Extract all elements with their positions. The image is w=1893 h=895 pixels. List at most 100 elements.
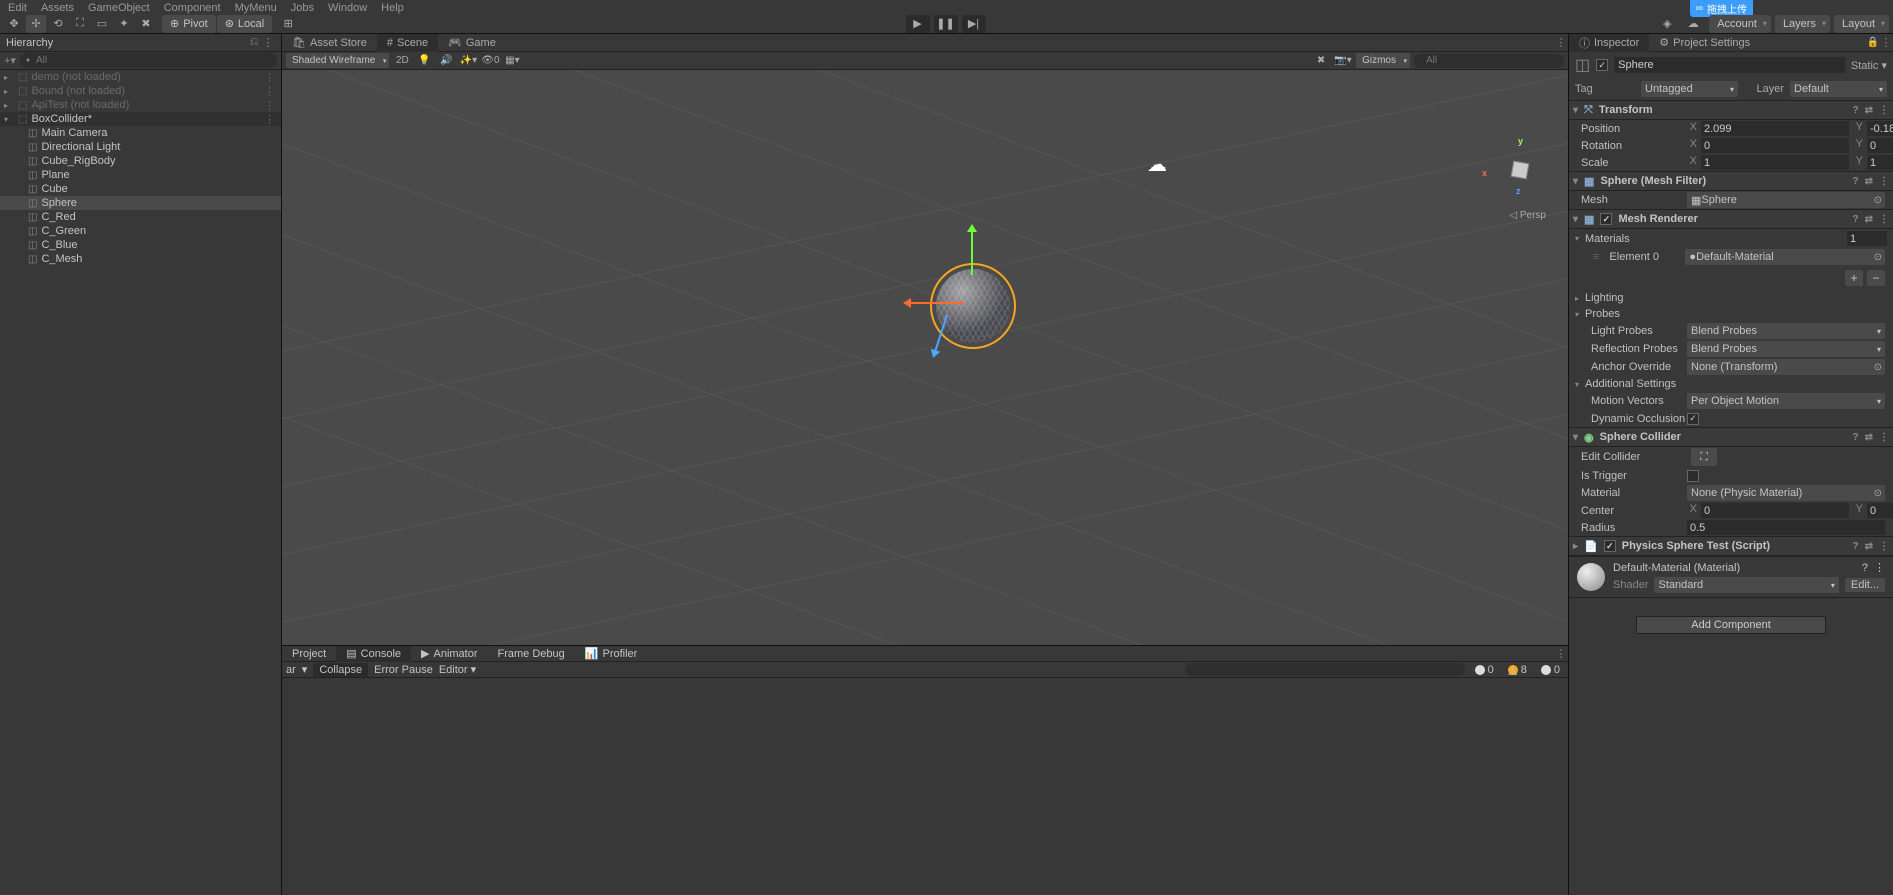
menu-icon[interactable]: ⋮	[1879, 541, 1889, 552]
step-button[interactable]: ▶|	[962, 15, 986, 33]
renderer-enabled[interactable]: ✓	[1600, 213, 1612, 225]
gizmos-dropdown[interactable]: Gizmos	[1356, 53, 1410, 68]
drag-handle-icon[interactable]: ≡	[1593, 251, 1599, 263]
hidden-count[interactable]: 👁0	[481, 53, 499, 68]
audio-toggle-icon[interactable]: 🔊	[437, 53, 455, 68]
script-enabled[interactable]: ✓	[1604, 540, 1616, 552]
occlusion-checkbox[interactable]: ✓	[1687, 413, 1699, 425]
scene-item-active[interactable]: ▾⬚BoxCollider*⋮	[0, 112, 281, 126]
tab-project-settings[interactable]: ⚙Project Settings	[1649, 34, 1760, 52]
help-icon[interactable]: ?	[1853, 432, 1859, 443]
materials-label[interactable]: Materials	[1585, 233, 1630, 245]
menu-icon[interactable]: ⋮	[1874, 561, 1885, 574]
pos-x[interactable]	[1701, 121, 1849, 136]
additional-foldout[interactable]: Additional Settings	[1585, 378, 1676, 390]
lightprobes-dropdown[interactable]: Blend Probes	[1687, 323, 1885, 339]
hierarchy-lock-icon[interactable]: ⎌	[247, 36, 261, 49]
picker-icon[interactable]: ⊙	[1874, 252, 1882, 263]
help-icon[interactable]: ?	[1853, 541, 1859, 552]
physmat-field[interactable]: None (Physic Material)⊙	[1687, 485, 1885, 501]
move-tool[interactable]: ✢	[26, 15, 46, 33]
object-name-field[interactable]	[1614, 57, 1845, 73]
error-count[interactable]: 0	[1537, 664, 1564, 676]
motion-dropdown[interactable]: Per Object Motion	[1687, 393, 1885, 409]
pos-y[interactable]	[1867, 121, 1893, 136]
gameobject-item[interactable]: ◫C_Blue	[0, 238, 281, 252]
custom-tool[interactable]: ✖	[136, 15, 156, 33]
help-icon[interactable]: ?	[1862, 562, 1868, 574]
menu-help[interactable]: Help	[381, 2, 404, 14]
scale-x[interactable]	[1701, 155, 1849, 170]
tab-profiler[interactable]: 📊Profiler	[575, 646, 648, 662]
rect-tool[interactable]: ▭	[92, 15, 112, 33]
script-header[interactable]: ▸📄 ✓ Physics Sphere Test (Script) ?⇄⋮	[1569, 536, 1893, 556]
center-y[interactable]	[1867, 503, 1893, 518]
snap-tool[interactable]: ⊞	[278, 15, 298, 33]
active-checkbox[interactable]: ✓	[1596, 59, 1608, 71]
menu-icon[interactable]: ⋮	[1879, 176, 1889, 187]
sphere-object[interactable]	[930, 263, 1016, 349]
shader-dropdown[interactable]: Standard	[1654, 577, 1838, 593]
preset-icon[interactable]: ⇄	[1865, 176, 1873, 187]
cloud-icon[interactable]: ☁	[1683, 15, 1703, 33]
scene-search[interactable]	[1414, 54, 1564, 68]
camera-icon[interactable]: 📷▾	[1334, 53, 1352, 68]
gizmo-y-axis[interactable]	[971, 225, 973, 275]
rotate-tool[interactable]: ⟲	[48, 15, 68, 33]
menu-window[interactable]: Window	[328, 2, 367, 14]
help-icon[interactable]: ?	[1853, 214, 1859, 225]
menu-icon[interactable]: ⋮	[1879, 105, 1889, 116]
meshrenderer-header[interactable]: ▾▦ ✓ Mesh Renderer ?⇄⋮	[1569, 209, 1893, 229]
layer-dropdown[interactable]: Default	[1790, 81, 1887, 97]
tab-inspector[interactable]: ⓘInspector	[1569, 34, 1649, 52]
tab-console[interactable]: ▤Console	[336, 646, 411, 662]
remove-material-button[interactable]: −	[1867, 270, 1885, 286]
gameobject-item[interactable]: ◫Cube	[0, 182, 281, 196]
orient-cube[interactable]	[1511, 161, 1530, 180]
gameobject-item[interactable]: ◫Plane	[0, 168, 281, 182]
play-button[interactable]: ▶	[906, 15, 930, 33]
rot-y[interactable]	[1867, 138, 1893, 153]
lock-icon[interactable]: 🔒	[1867, 37, 1879, 48]
gameobject-item[interactable]: ◫Directional Light	[0, 140, 281, 154]
menu-edit[interactable]: Edit	[8, 2, 27, 14]
mode-2d-toggle[interactable]: 2D	[393, 53, 411, 68]
menu-icon[interactable]: ⋮	[1879, 214, 1889, 225]
collider-header[interactable]: ▾◉ Sphere Collider ?⇄⋮	[1569, 427, 1893, 447]
menu-mymenu[interactable]: MyMenu	[235, 2, 277, 14]
trigger-checkbox[interactable]	[1687, 470, 1699, 482]
tab-project[interactable]: Project	[282, 646, 336, 662]
picker-icon[interactable]: ⊙	[1874, 488, 1882, 499]
plus-icon[interactable]: +▾	[4, 54, 16, 67]
pivot-toggle[interactable]: ⊕Pivot	[162, 15, 216, 33]
clear-button[interactable]: ar	[286, 664, 296, 676]
layers-dropdown[interactable]: Layers	[1775, 15, 1830, 33]
console-search[interactable]	[1185, 663, 1465, 676]
edit-collider-button[interactable]: ⛶	[1691, 448, 1717, 466]
transform-tool[interactable]: ✦	[114, 15, 134, 33]
center-x[interactable]	[1701, 503, 1849, 518]
menu-jobs[interactable]: Jobs	[291, 2, 314, 14]
warn-count[interactable]: ⚠8	[1504, 664, 1531, 676]
tab-frame-debug[interactable]: Frame Debug	[488, 646, 575, 662]
gameobject-item[interactable]: ◫Cube_RigBody	[0, 154, 281, 168]
shading-dropdown[interactable]: Shaded Wireframe	[286, 53, 389, 68]
scale-y[interactable]	[1867, 155, 1893, 170]
preset-icon[interactable]: ⇄	[1865, 105, 1873, 116]
error-pause-toggle[interactable]: Error Pause	[374, 664, 433, 676]
anchor-field[interactable]: None (Transform)⊙	[1687, 359, 1885, 375]
help-icon[interactable]: ?	[1853, 105, 1859, 116]
scene-item[interactable]: ▸⬚Bound (not loaded)⋮	[0, 84, 281, 98]
bottom-menu-icon[interactable]: ⋮	[1554, 647, 1568, 660]
add-material-button[interactable]: +	[1845, 270, 1863, 286]
gizmo-x-axis[interactable]	[904, 302, 964, 304]
gameobject-item[interactable]: ◫C_Green	[0, 224, 281, 238]
static-toggle[interactable]: Static ▾	[1851, 59, 1887, 72]
probes-foldout[interactable]: Probes	[1585, 308, 1620, 320]
picker-icon[interactable]: ⊙	[1874, 362, 1882, 373]
gameobject-item[interactable]: ◫C_Red	[0, 210, 281, 224]
gameobject-item-selected[interactable]: ◫Sphere	[0, 196, 281, 210]
perspective-label[interactable]: ◁ Persp	[1509, 210, 1546, 221]
lighting-foldout[interactable]: Lighting	[1585, 292, 1624, 304]
menu-assets[interactable]: Assets	[41, 2, 74, 14]
